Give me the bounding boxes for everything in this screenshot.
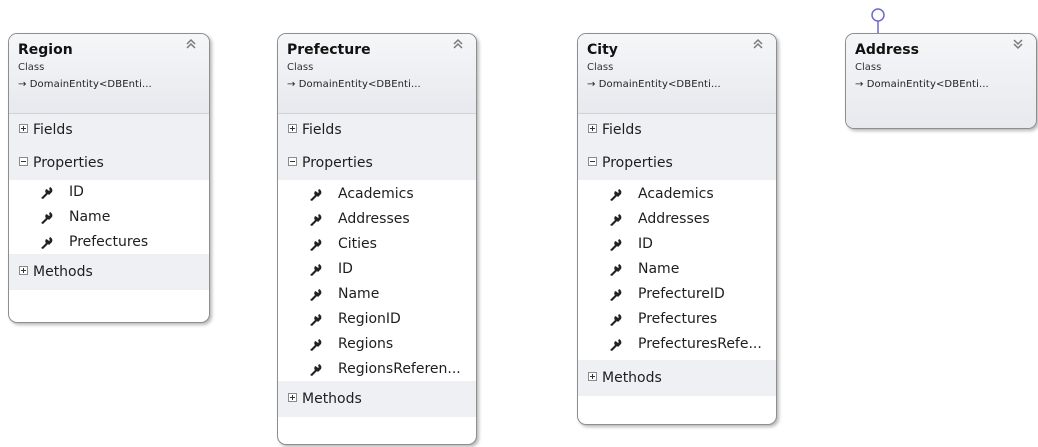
wrench-icon: [310, 314, 322, 326]
wrench-icon: [610, 214, 622, 226]
collapse-minus-icon[interactable]: [588, 156, 597, 166]
wrench-icon: [310, 214, 322, 226]
properties-list: Academics Addresses Cities ID Name Regio…: [278, 180, 476, 381]
methods-section[interactable]: Methods: [9, 254, 209, 290]
properties-list: Academics Addresses ID Name PrefectureID…: [578, 180, 776, 360]
property-item[interactable]: RegionsReferen...: [278, 357, 476, 382]
property-item[interactable]: Name: [9, 205, 209, 230]
property-item[interactable]: Academics: [578, 182, 776, 207]
class-base: → DomainEntity<DBEnti...: [18, 79, 152, 90]
wrench-icon: [610, 239, 622, 251]
class-address[interactable]: Address Class → DomainEntity<DBEnti...: [845, 33, 1037, 129]
fields-section[interactable]: Fields: [278, 114, 476, 147]
section-label: Methods: [602, 370, 662, 386]
wrench-icon: [41, 237, 53, 249]
property-item[interactable]: PrefectureID: [578, 282, 776, 307]
class-city[interactable]: City Class → DomainEntity<DBEnti... Fiel…: [577, 33, 777, 425]
expand-plus-icon[interactable]: [588, 371, 597, 381]
methods-section[interactable]: Methods: [578, 360, 776, 396]
fields-section[interactable]: Fields: [9, 114, 209, 147]
expand-plus-icon[interactable]: [19, 265, 28, 275]
section-label: Properties: [33, 155, 104, 171]
class-prefecture[interactable]: Prefecture Class → DomainEntity<DBEnti..…: [277, 33, 477, 445]
properties-section[interactable]: Properties: [278, 147, 476, 180]
wrench-icon: [310, 239, 322, 251]
class-region[interactable]: Region Class → DomainEntity<DBEnti... Fi…: [8, 33, 210, 323]
property-item[interactable]: Academics: [278, 182, 476, 207]
section-label: Properties: [602, 155, 673, 171]
class-name: Region: [18, 42, 73, 58]
property-item[interactable]: RegionID: [278, 307, 476, 332]
expand-icon[interactable]: [1012, 38, 1024, 54]
methods-section[interactable]: Methods: [278, 381, 476, 417]
property-item[interactable]: Cities: [278, 232, 476, 257]
wrench-icon: [310, 339, 322, 351]
wrench-icon: [610, 264, 622, 276]
section-label: Fields: [302, 122, 342, 138]
properties-section[interactable]: Properties: [578, 147, 776, 180]
expand-plus-icon[interactable]: [588, 123, 597, 133]
expand-plus-icon[interactable]: [288, 123, 297, 133]
class-base: → DomainEntity<DBEnti...: [855, 79, 989, 90]
class-kind: Class: [18, 62, 45, 73]
class-base: → DomainEntity<DBEnti...: [287, 79, 421, 90]
wrench-icon: [610, 189, 622, 201]
class-kind: Class: [587, 62, 614, 73]
wrench-icon: [41, 187, 53, 199]
class-header[interactable]: Region Class → DomainEntity<DBEnti...: [9, 34, 209, 114]
section-label: Methods: [302, 391, 362, 407]
wrench-icon: [310, 264, 322, 276]
section-label: Fields: [602, 122, 642, 138]
property-item[interactable]: ID: [578, 232, 776, 257]
wrench-icon: [610, 339, 622, 351]
class-name: City: [587, 42, 618, 58]
wrench-icon: [610, 314, 622, 326]
class-base: → DomainEntity<DBEnti...: [587, 79, 721, 90]
property-item[interactable]: Prefectures: [9, 230, 209, 255]
property-item[interactable]: Addresses: [578, 207, 776, 232]
class-kind: Class: [855, 62, 882, 73]
class-header[interactable]: City Class → DomainEntity<DBEnti...: [578, 34, 776, 114]
wrench-icon: [310, 364, 322, 376]
property-item[interactable]: ID: [278, 257, 476, 282]
wrench-icon: [41, 212, 53, 224]
fields-section[interactable]: Fields: [578, 114, 776, 147]
collapse-icon[interactable]: [452, 38, 464, 54]
property-item[interactable]: PrefecturesRefe...: [578, 332, 776, 357]
wrench-icon: [610, 289, 622, 301]
class-header[interactable]: Prefecture Class → DomainEntity<DBEnti..…: [278, 34, 476, 114]
collapse-minus-icon[interactable]: [288, 156, 297, 166]
wrench-icon: [310, 289, 322, 301]
section-label: Methods: [33, 264, 93, 280]
properties-list: ID Name Prefectures: [9, 180, 209, 254]
class-kind: Class: [287, 62, 314, 73]
class-name: Prefecture: [287, 42, 371, 58]
collapse-minus-icon[interactable]: [19, 156, 28, 166]
section-label: Fields: [33, 122, 73, 138]
class-header[interactable]: Address Class → DomainEntity<DBEnti...: [846, 34, 1036, 128]
expand-plus-icon[interactable]: [288, 392, 297, 402]
property-item[interactable]: Regions: [278, 332, 476, 357]
collapse-icon[interactable]: [185, 38, 197, 54]
properties-section[interactable]: Properties: [9, 147, 209, 180]
collapse-icon[interactable]: [752, 38, 764, 54]
property-item[interactable]: ID: [9, 180, 209, 205]
expand-plus-icon[interactable]: [19, 123, 28, 133]
wrench-icon: [310, 189, 322, 201]
class-name: Address: [855, 42, 919, 58]
property-item[interactable]: Name: [278, 282, 476, 307]
section-label: Properties: [302, 155, 373, 171]
property-item[interactable]: Name: [578, 257, 776, 282]
property-item[interactable]: Addresses: [278, 207, 476, 232]
property-item[interactable]: Prefectures: [578, 307, 776, 332]
